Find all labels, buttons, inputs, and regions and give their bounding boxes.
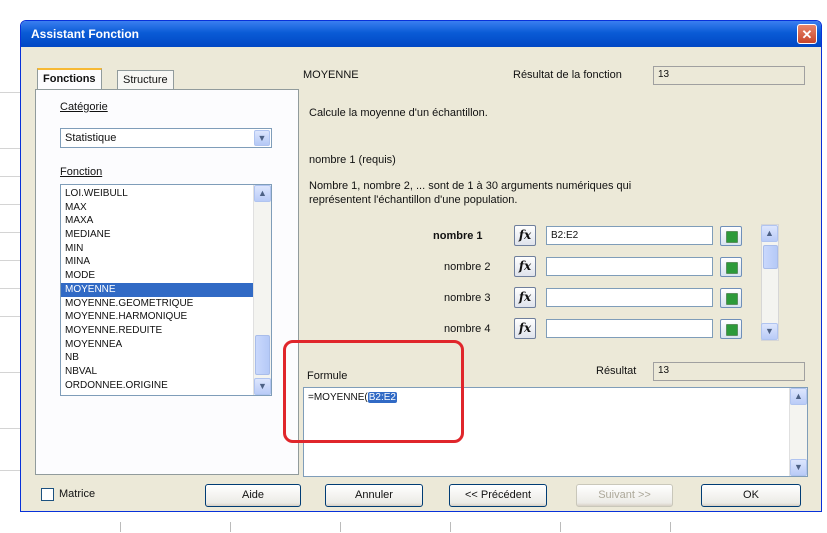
spreadsheet-background [0,0,22,533]
function-list[interactable]: LOI.WEIBULL MAX MAXA MEDIANE MIN MINA MO… [60,184,272,396]
argument-input-2[interactable] [546,257,713,276]
fx-button-1[interactable]: fx [514,225,536,246]
scroll-up-icon[interactable]: ▲ [790,388,807,405]
shrink-button-3[interactable] [720,288,742,308]
matrix-label: Matrice [59,488,96,500]
fx-icon: fx [518,228,532,242]
tab-fonctions-label: Fonctions [43,73,96,85]
formula-result-label: Résultat [596,365,637,377]
fx-button-3[interactable]: fx [514,287,536,308]
scroll-thumb[interactable] [255,335,270,375]
tab-fonctions[interactable]: Fonctions [37,68,102,89]
list-item[interactable]: NBVAL [61,365,253,379]
title-bar: Assistant Fonction ✕ [21,21,821,47]
argument-label-4: nombre 4 [444,323,491,335]
shrink-button-4[interactable] [720,319,742,339]
chevron-down-icon[interactable]: ▼ [254,130,270,146]
shrink-icon [726,262,738,274]
fx-button-4[interactable]: fx [514,318,536,339]
list-item[interactable]: MAX [61,201,253,215]
parameter-description-line1: Nombre 1, nombre 2, ... sont de 1 à 30 a… [309,180,632,192]
argument-label-1: nombre 1 [433,230,483,242]
list-item[interactable]: MOYENNE.HARMONIQUE [61,310,253,324]
scroll-up-icon[interactable]: ▲ [254,185,271,202]
fx-icon: fx [518,259,532,273]
tab-structure-label: Structure [123,74,168,86]
arguments-scrollbar[interactable]: ▲ ▼ [761,224,779,341]
list-item-selected[interactable]: MOYENNE [61,282,253,297]
function-list-scrollbar[interactable]: ▲ ▼ [253,185,271,395]
parameter-title: nombre 1 (requis) [309,154,396,166]
fx-icon: fx [518,321,532,335]
list-item[interactable]: MODE [61,269,253,283]
highlight-annotation [283,340,464,443]
fx-button-2[interactable]: fx [514,256,536,277]
ok-button[interactable]: OK [701,484,801,507]
previous-button[interactable]: << Précédent [449,484,547,507]
function-description: Calcule la moyenne d'un échantillon. [309,107,488,119]
list-item[interactable]: MOYENNEA [61,338,253,352]
argument-input-4[interactable] [546,319,713,338]
scroll-up-icon[interactable]: ▲ [761,225,778,242]
argument-label-2: nombre 2 [444,261,491,273]
shrink-icon [726,293,738,305]
shrink-button-1[interactable] [720,226,742,246]
functions-tab-panel: Catégorie Statistique ▼ Fonction LOI.WEI… [35,89,299,475]
formula-result-value: 13 [653,362,805,381]
list-item[interactable]: MOYENNE.GEOMETRIQUE [61,297,253,311]
list-item[interactable]: MEDIANE [61,228,253,242]
list-item[interactable]: ORDONNEE.ORIGINE [61,379,253,393]
tab-structure[interactable]: Structure [117,70,174,89]
category-value: Statistique [65,132,117,144]
list-item[interactable]: MOYENNE.REDUITE [61,324,253,338]
scroll-thumb[interactable] [763,245,778,269]
scroll-down-icon[interactable]: ▼ [790,459,807,476]
close-icon: ✕ [801,27,813,42]
list-item[interactable]: LOI.WEIBULL [61,187,253,201]
help-button[interactable]: Aide [205,484,301,507]
function-wizard-dialog: Assistant Fonction ✕ Fonctions Structure… [20,20,822,512]
list-item[interactable]: MIN [61,242,253,256]
list-item[interactable]: MAXA [61,214,253,228]
shrink-icon [726,324,738,336]
function-result-label: Résultat de la fonction [513,69,622,81]
scroll-down-icon[interactable]: ▼ [254,378,271,395]
list-item[interactable]: MINA [61,255,253,269]
function-list-label: Fonction [60,166,103,178]
cancel-button[interactable]: Annuler [325,484,423,507]
next-button[interactable]: Suivant >> [576,484,673,507]
function-name: MOYENNE [303,69,359,81]
formula-scrollbar[interactable]: ▲ ▼ [789,388,807,476]
parameter-description-line2: représentent l'échantillon d'une populat… [309,194,518,206]
spreadsheet-bottom-strip [0,518,827,533]
list-item[interactable]: NB [61,351,253,365]
scroll-down-icon[interactable]: ▼ [761,323,778,340]
argument-input-3[interactable] [546,288,713,307]
category-label: Catégorie [60,101,108,113]
dialog-title: Assistant Fonction [31,27,140,41]
argument-label-3: nombre 3 [444,292,491,304]
close-button[interactable]: ✕ [797,24,817,44]
function-result-value: 13 [653,66,805,85]
argument-input-1[interactable]: B2:E2 [546,226,713,245]
category-select[interactable]: Statistique ▼ [60,128,272,148]
shrink-button-2[interactable] [720,257,742,277]
shrink-icon [726,231,738,243]
fx-icon: fx [518,290,532,304]
matrix-checkbox[interactable] [41,488,54,501]
